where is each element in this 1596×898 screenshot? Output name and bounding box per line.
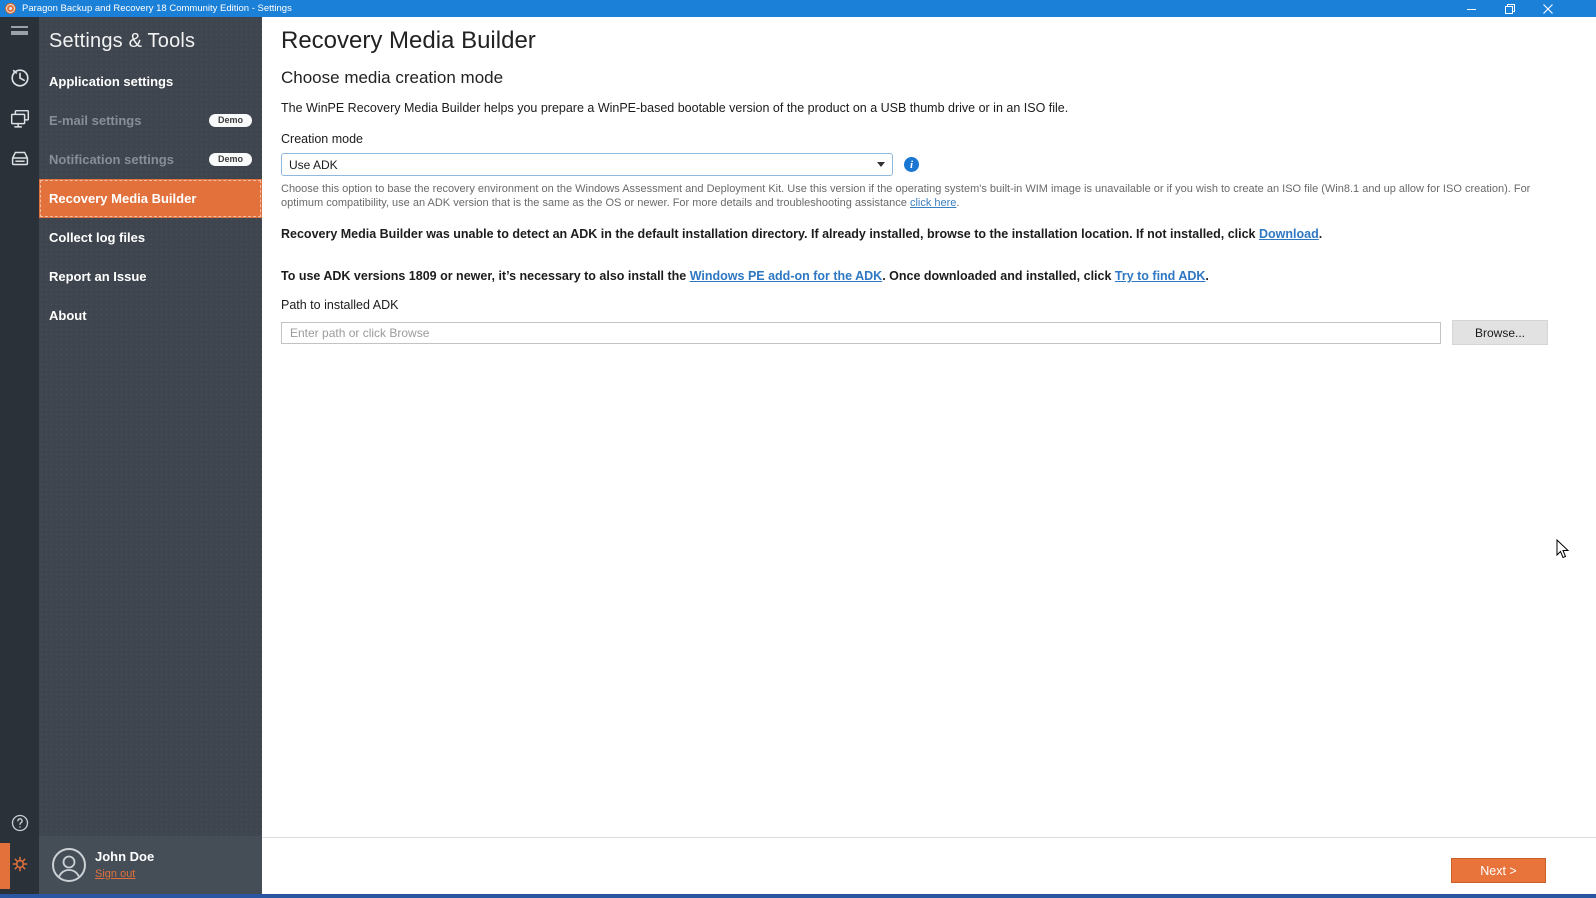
- user-panel: John Doe Sign out: [39, 836, 262, 894]
- menu-icon[interactable]: [0, 26, 39, 35]
- page-title: Recovery Media Builder: [281, 27, 536, 54]
- demo-badge: Demo: [208, 114, 252, 127]
- creation-mode-value: Use ADK: [289, 157, 338, 172]
- sidebar-menu: Application settings E-mail settings Dem…: [39, 62, 262, 335]
- sidebar-item-email-settings[interactable]: E-mail settings Demo: [39, 101, 262, 140]
- help-icon[interactable]: [0, 813, 39, 833]
- sidebar-item-collect-log-files[interactable]: Collect log files: [39, 218, 262, 257]
- path-label: Path to installed ADK: [281, 298, 399, 312]
- sidebar-item-label: E-mail settings: [49, 113, 142, 128]
- wizard-footer: Next >: [262, 837, 1596, 894]
- mode-description-text: Choose this option to base the recovery …: [281, 183, 1531, 209]
- browse-button[interactable]: Browse...: [1452, 320, 1548, 345]
- active-settings-marker: [0, 843, 10, 889]
- adk-warning-text: Recovery Media Builder was unable to det…: [281, 227, 1259, 241]
- addon-note-period: .: [1205, 269, 1209, 283]
- restore-button[interactable]: [1491, 0, 1529, 17]
- window-title: Paragon Backup and Recovery 18 Community…: [22, 3, 292, 14]
- titlebar: Paragon Backup and Recovery 18 Community…: [0, 0, 1596, 17]
- creation-mode-label: Creation mode: [281, 132, 363, 146]
- app-logo-icon: [5, 3, 16, 14]
- section-title: Choose media creation mode: [281, 68, 504, 87]
- mode-description: Choose this option to base the recovery …: [281, 183, 1548, 210]
- demo-badge: Demo: [208, 153, 252, 166]
- window-bottom-border: [0, 894, 1596, 898]
- next-button[interactable]: Next >: [1451, 858, 1546, 883]
- sidebar-item-label: Recovery Media Builder: [49, 191, 197, 206]
- sidebar-item-application-settings[interactable]: Application settings: [39, 62, 262, 101]
- sidebar-item-label: Notification settings: [49, 152, 174, 167]
- addon-note: To use ADK versions 1809 or newer, it’s …: [281, 269, 1548, 283]
- sidebar-item-label: Report an Issue: [49, 269, 147, 284]
- user-name: John Doe: [95, 848, 155, 864]
- sidebar-item-label: Collect log files: [49, 230, 146, 245]
- main-panel: Recovery Media Builder Choose media crea…: [262, 17, 1596, 894]
- avatar: [52, 848, 86, 882]
- sidebar: Settings & Tools Application settings E-…: [39, 17, 262, 894]
- sidebar-item-notification-settings[interactable]: Notification settings Demo: [39, 140, 262, 179]
- adk-warning: Recovery Media Builder was unable to det…: [281, 227, 1548, 241]
- sidebar-heading: Settings & Tools: [49, 30, 196, 52]
- icon-rail: [0, 17, 39, 894]
- download-link[interactable]: Download: [1259, 227, 1319, 241]
- winpe-addon-link[interactable]: Windows PE add-on for the ADK: [690, 269, 882, 283]
- chevron-down-icon: [877, 162, 885, 167]
- sign-out-link[interactable]: Sign out: [95, 868, 135, 880]
- addon-note-text-2: . Once downloaded and installed, click: [882, 269, 1115, 283]
- sidebar-item-report-an-issue[interactable]: Report an Issue: [39, 257, 262, 296]
- sidebar-item-label: Application settings: [49, 74, 174, 89]
- creation-mode-select[interactable]: Use ADK: [281, 153, 893, 176]
- minimize-button[interactable]: [1453, 0, 1491, 17]
- intro-text: The WinPE Recovery Media Builder helps y…: [281, 101, 1069, 115]
- addon-note-text-1: To use ADK versions 1809 or newer, it’s …: [281, 269, 690, 283]
- close-button[interactable]: [1529, 0, 1567, 17]
- adk-path-input[interactable]: [281, 321, 1441, 344]
- displays-icon[interactable]: [0, 107, 39, 131]
- info-icon[interactable]: i: [904, 157, 919, 172]
- click-here-link[interactable]: click here: [910, 197, 956, 209]
- try-to-find-adk-link[interactable]: Try to find ADK: [1115, 269, 1206, 283]
- adk-warning-period: .: [1318, 227, 1323, 241]
- history-icon[interactable]: [0, 67, 39, 89]
- drive-icon[interactable]: [0, 146, 39, 170]
- sidebar-item-recovery-media-builder[interactable]: Recovery Media Builder: [39, 179, 262, 218]
- sidebar-item-about[interactable]: About: [39, 296, 262, 335]
- app-window: Paragon Backup and Recovery 18 Community…: [0, 0, 1596, 898]
- mode-description-period: .: [956, 196, 960, 209]
- sidebar-item-label: About: [49, 308, 87, 323]
- window-controls: [1453, 0, 1567, 17]
